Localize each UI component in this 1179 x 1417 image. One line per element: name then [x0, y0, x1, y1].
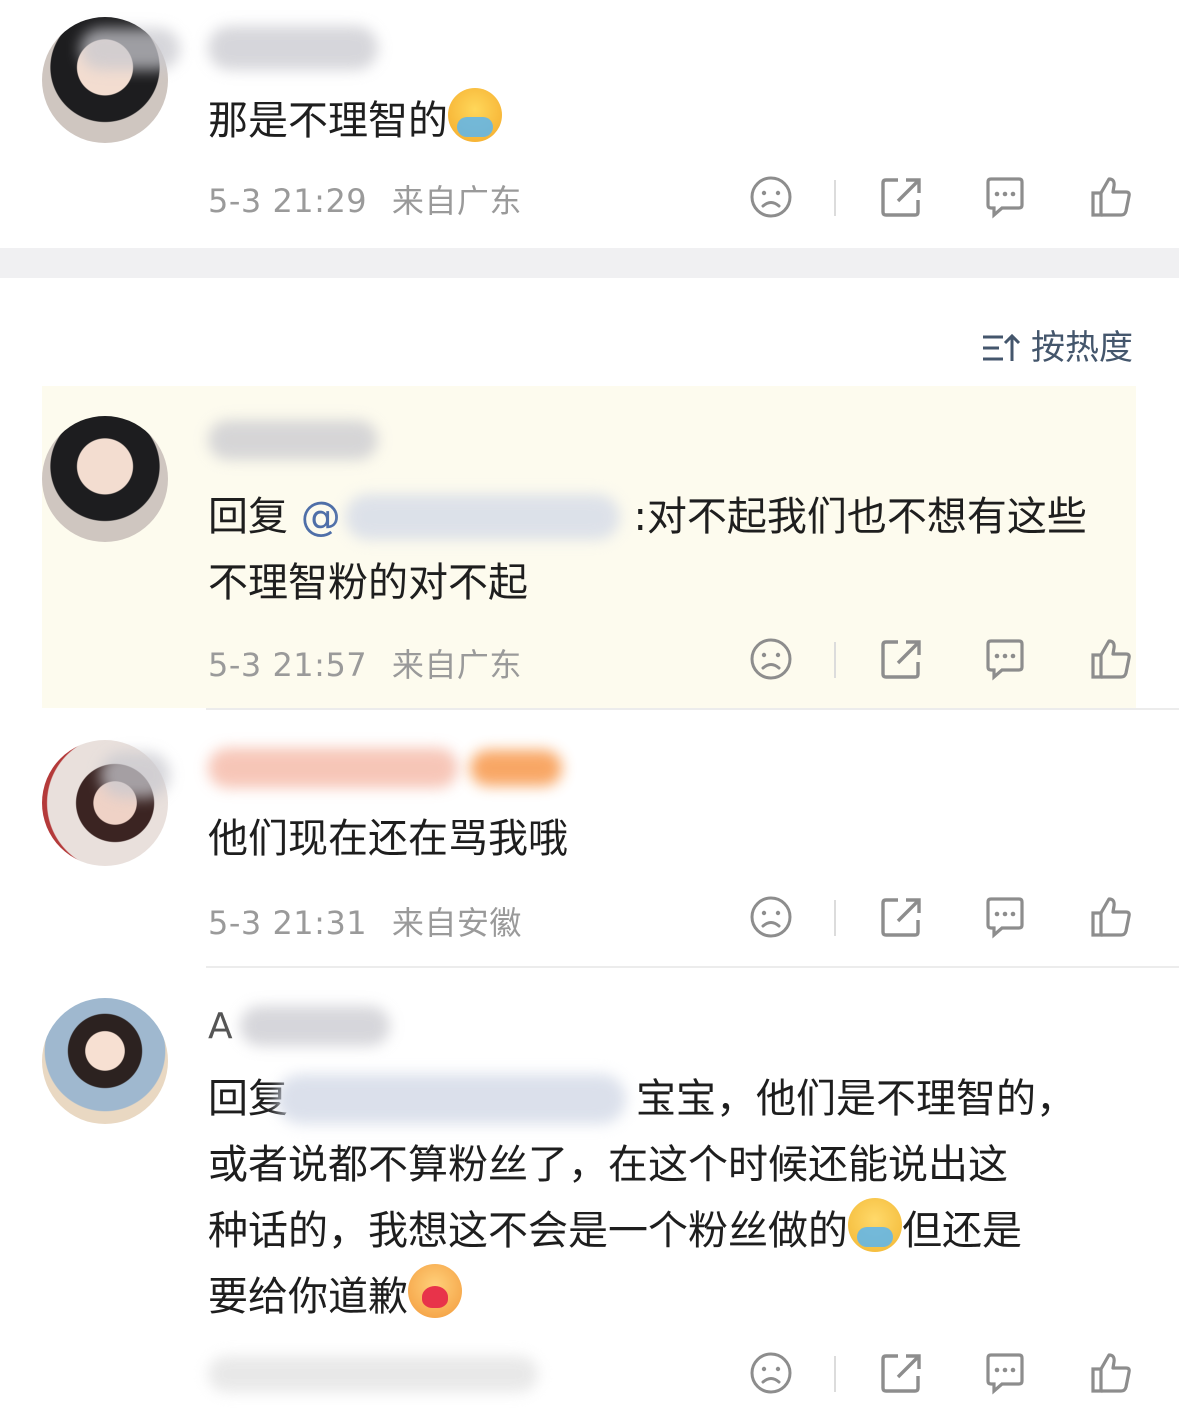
- dislike-icon[interactable]: [748, 174, 794, 220]
- comment-time: 5-3 21:57: [208, 646, 368, 684]
- reply-text: 回复 @ :对不起我们也不想有这些: [208, 484, 1087, 550]
- avatar[interactable]: [42, 998, 168, 1124]
- username-blurred[interactable]: [208, 748, 458, 788]
- action-separator: [834, 1356, 836, 1392]
- share-icon[interactable]: [878, 636, 924, 682]
- reply-line3: 种话的，我想这不会是一个粉丝做的 但还是: [208, 1198, 1022, 1264]
- reply-line1-text: 宝宝，他们是不理智的，: [636, 1076, 1076, 1122]
- comment-time: 5-3 21:31: [208, 904, 368, 942]
- comment-meta: 5-3 21:57 来自广东: [208, 640, 522, 686]
- reply-prefix: 回复: [208, 494, 288, 540]
- comment-divider: [206, 708, 1179, 710]
- like-icon[interactable]: [1088, 1350, 1134, 1396]
- avatar[interactable]: [42, 416, 168, 542]
- dislike-icon[interactable]: [748, 636, 794, 682]
- reply-line3-text-a: 种话的，我想这不会是一个粉丝做的: [208, 1208, 848, 1254]
- reply-body-line1: :对不起我们也不想有这些: [633, 494, 1087, 540]
- share-icon[interactable]: [878, 1350, 924, 1396]
- comment-text: 他们现在还在骂我哦: [208, 816, 568, 862]
- reply-line3-text-b: 但还是: [902, 1208, 1022, 1254]
- username-blurred[interactable]: [208, 26, 378, 70]
- username-blurred[interactable]: [240, 1006, 390, 1046]
- meta-blurred: [208, 1356, 538, 1392]
- like-icon[interactable]: [1088, 636, 1134, 682]
- comment-icon[interactable]: [982, 174, 1028, 220]
- action-separator: [834, 180, 836, 216]
- like-icon[interactable]: [1088, 174, 1134, 220]
- comment-location: 来自广东: [391, 646, 522, 684]
- crying-emoji-icon: [448, 88, 502, 142]
- comment-meta: 5-3 21:29 来自广东: [208, 176, 522, 222]
- reply-line4-text: 要给你道歉: [208, 1274, 408, 1320]
- username-blurred[interactable]: [208, 420, 378, 460]
- username-prefix[interactable]: A: [208, 994, 233, 1060]
- avatar-blur-overlay: [100, 752, 170, 798]
- reply-line2: 或者说都不算粉丝了，在这个时候还能说出这: [208, 1142, 1008, 1188]
- dislike-icon[interactable]: [748, 1350, 794, 1396]
- reply-body-line2: 不理智粉的对不起: [208, 560, 528, 606]
- comment-icon[interactable]: [982, 894, 1028, 940]
- sort-icon: [981, 331, 1021, 365]
- comment-time: 5-3 21:29: [208, 182, 368, 220]
- comment-text-content: 那是不理智的: [208, 98, 448, 144]
- mention-name-blurred: [345, 494, 620, 540]
- like-icon[interactable]: [1088, 894, 1134, 940]
- badge-blurred: [470, 750, 562, 786]
- username-blurred[interactable]: [80, 28, 180, 70]
- action-separator: [834, 900, 836, 936]
- comment-divider: [206, 966, 1179, 968]
- mention-link[interactable]: @: [301, 494, 341, 540]
- comment-icon[interactable]: [982, 1350, 1028, 1396]
- reply-line4: 要给你道歉: [208, 1264, 462, 1330]
- comment-meta: 5-3 21:31 来自安徽: [208, 898, 522, 944]
- section-divider-band: [0, 248, 1179, 278]
- sort-toggle[interactable]: 按热度: [981, 320, 1133, 369]
- comment-icon[interactable]: [982, 636, 1028, 682]
- comment-location: 来自广东: [391, 182, 522, 220]
- comment-location: 来自安徽: [391, 904, 522, 942]
- comment-text: 那是不理智的: [208, 88, 502, 154]
- heart-hug-emoji-icon: [408, 1264, 462, 1318]
- username-prefix-text: A: [208, 1006, 233, 1047]
- sort-label: 按热度: [1031, 328, 1133, 368]
- share-icon[interactable]: [878, 174, 924, 220]
- dislike-icon[interactable]: [748, 894, 794, 940]
- sobbing-emoji-icon: [848, 1198, 902, 1252]
- mention-name-blurred: [276, 1074, 626, 1124]
- action-separator: [834, 642, 836, 678]
- share-icon[interactable]: [878, 894, 924, 940]
